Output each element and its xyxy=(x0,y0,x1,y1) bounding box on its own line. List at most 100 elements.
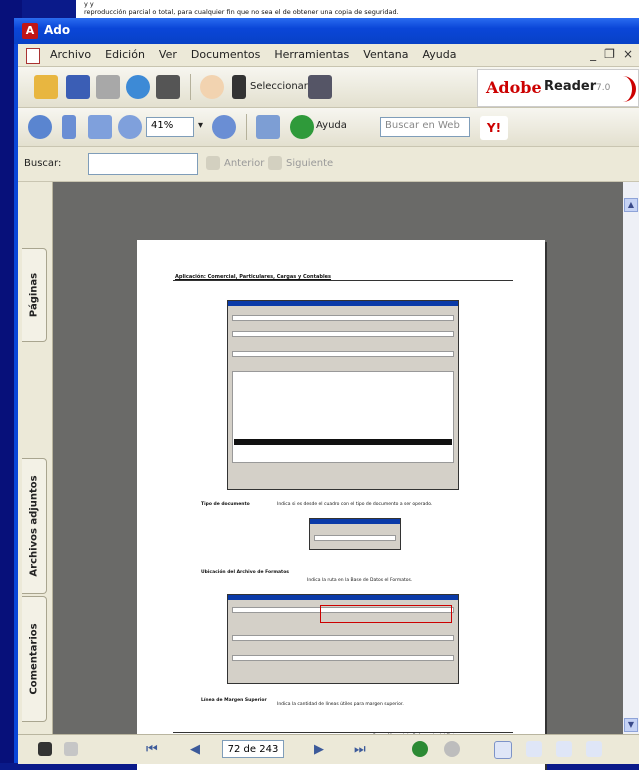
minimize-button[interactable]: _ xyxy=(590,47,596,61)
menu-ver[interactable]: Ver xyxy=(153,48,183,61)
footer-rule xyxy=(173,732,513,733)
restore-icon[interactable]: ❐ xyxy=(604,47,615,61)
pdf-page: Aplicación: Comercial, Particulares, Car… xyxy=(137,240,545,770)
copyright-notice: y y reproducción parcial o total, para c… xyxy=(76,0,639,18)
snapshot-icon[interactable] xyxy=(308,75,332,99)
notice-line-2: reproducción parcial o total, para cualq… xyxy=(84,8,399,16)
first-page-icon[interactable]: ⏮ xyxy=(146,742,158,757)
zoom-plus-icon[interactable] xyxy=(212,115,236,139)
menu-edicion[interactable]: Edición xyxy=(99,48,151,61)
tab-attachments[interactable]: Archivos adjuntos xyxy=(22,458,47,594)
yahoo-search-icon[interactable]: Y! xyxy=(480,116,508,140)
save-icon[interactable] xyxy=(66,75,90,99)
tab-comments-label: Comentarios xyxy=(28,623,40,695)
zoom-level-input[interactable]: 41% xyxy=(146,117,194,137)
next-arrow-icon xyxy=(268,156,282,170)
find-binoculars-icon[interactable] xyxy=(156,75,180,99)
find-input[interactable] xyxy=(88,153,198,175)
vertical-scrollbar[interactable]: ▲ ▼ xyxy=(623,182,639,734)
document-viewport[interactable]: Aplicación: Comercial, Particulares, Car… xyxy=(53,182,623,770)
menu-ventana[interactable]: Ventana xyxy=(357,48,414,61)
zoom-out-icon[interactable] xyxy=(118,115,142,139)
close-button[interactable]: × xyxy=(623,47,633,61)
toolbar-separator xyxy=(246,114,247,140)
screenshot-field xyxy=(232,655,454,661)
window-titlebar[interactable]: A Ado xyxy=(14,18,639,44)
toolbar-file: Seleccionar Adobe Reader 7.0 xyxy=(18,67,639,108)
email-icon[interactable] xyxy=(126,75,150,99)
screenshot-field xyxy=(232,351,454,357)
fit-page-icon[interactable] xyxy=(88,115,112,139)
last-page-icon[interactable]: ⏭ xyxy=(354,742,366,757)
screenshot-field xyxy=(232,315,454,321)
reader-window: Archivo Edición Ver Documentos Herramien… xyxy=(14,44,639,770)
heading-rule xyxy=(173,280,513,281)
continuous-view-icon[interactable] xyxy=(526,741,542,757)
print-icon[interactable] xyxy=(96,75,120,99)
brand-name: Adobe xyxy=(486,78,542,97)
screenshot-grid xyxy=(232,371,454,463)
label-tipo-documento: Tipo de documento xyxy=(201,502,250,507)
tab-comments[interactable]: Comentarios xyxy=(22,596,47,722)
rotate-view-icon[interactable] xyxy=(256,115,280,139)
screenshot-field xyxy=(232,331,454,337)
menu-ayuda[interactable]: Ayuda xyxy=(416,48,462,61)
brand-version: 7.0 xyxy=(596,83,611,93)
label-ubicacion-archivo: Ubicación del Archivo de Formatos xyxy=(201,570,289,575)
actual-size-icon[interactable] xyxy=(62,115,76,139)
continuous-facing-view-icon[interactable] xyxy=(586,741,602,757)
embedded-screenshot-2 xyxy=(309,518,401,550)
single-page-view-icon[interactable] xyxy=(494,741,512,759)
select-text-icon[interactable] xyxy=(232,75,246,99)
notice-line-1: y y xyxy=(84,0,94,8)
previous-page-icon[interactable]: ◀ xyxy=(190,742,200,757)
screenshot-titlebar xyxy=(228,595,458,600)
adobe-swoosh-icon xyxy=(614,76,636,102)
next-result-button[interactable]: Siguiente xyxy=(286,158,333,169)
help-button[interactable]: Ayuda xyxy=(316,120,347,131)
menu-documentos[interactable]: Documentos xyxy=(185,48,266,61)
scroll-up-icon[interactable]: ▲ xyxy=(624,198,638,212)
status-bar: ⏮ ◀ 72 de 243 ▶ ⏭ xyxy=(18,734,639,764)
find-bar: Buscar: Anterior Siguiente xyxy=(18,147,639,182)
scroll-down-icon[interactable]: ▼ xyxy=(624,718,638,732)
select-tool-button[interactable]: Seleccionar xyxy=(250,81,308,92)
menu-bar: Archivo Edición Ver Documentos Herramien… xyxy=(18,44,639,67)
page-number-field[interactable]: 72 de 243 xyxy=(222,740,284,758)
tab-attachments-label: Archivos adjuntos xyxy=(28,475,40,577)
menu-archivo[interactable]: Archivo xyxy=(44,48,97,61)
hand-tool-icon[interactable] xyxy=(200,75,224,99)
zoom-in-icon[interactable] xyxy=(28,115,52,139)
navigation-pane-icon[interactable] xyxy=(38,742,52,756)
document-properties-icon[interactable] xyxy=(64,742,78,756)
adobe-reader-icon: A xyxy=(22,23,38,39)
web-search-input[interactable]: Buscar en Web xyxy=(380,117,470,137)
help-icon[interactable] xyxy=(290,115,314,139)
embedded-screenshot-3 xyxy=(227,594,459,684)
screenshot-field xyxy=(232,635,454,641)
embedded-screenshot-1 xyxy=(227,300,459,490)
go-forward-icon[interactable] xyxy=(444,741,460,757)
brand-product: Reader xyxy=(544,79,597,94)
adobe-reader-logo: Adobe Reader 7.0 xyxy=(477,69,639,107)
go-back-icon[interactable] xyxy=(412,741,428,757)
previous-result-button[interactable]: Anterior xyxy=(224,158,264,169)
label-linea-margen: Línea de Margen Superior xyxy=(201,698,267,703)
tab-pages[interactable]: Páginas xyxy=(22,248,47,342)
open-folder-icon[interactable] xyxy=(34,75,58,99)
facing-view-icon[interactable] xyxy=(556,741,572,757)
next-page-icon[interactable]: ▶ xyxy=(314,742,324,757)
toolbar-separator xyxy=(190,74,191,100)
screenshot-field xyxy=(314,535,396,541)
text-tipo-documento: Indica si es desde el cuadro con el tipo… xyxy=(277,502,433,507)
zoom-dropdown-chevron-icon[interactable]: ▾ xyxy=(198,120,203,131)
previous-arrow-icon xyxy=(206,156,220,170)
toolbar-view: 41% ▾ Ayuda Buscar en Web Y! xyxy=(18,108,639,147)
screenshot-titlebar xyxy=(228,301,458,306)
menu-herramientas[interactable]: Herramientas xyxy=(268,48,355,61)
screenshot-highlight-box xyxy=(320,605,452,623)
screenshot-selected-row xyxy=(234,439,452,445)
document-icon[interactable] xyxy=(26,48,40,64)
navigation-panel: Páginas Archivos adjuntos Comentarios xyxy=(18,182,53,734)
find-label: Buscar: xyxy=(24,158,62,169)
